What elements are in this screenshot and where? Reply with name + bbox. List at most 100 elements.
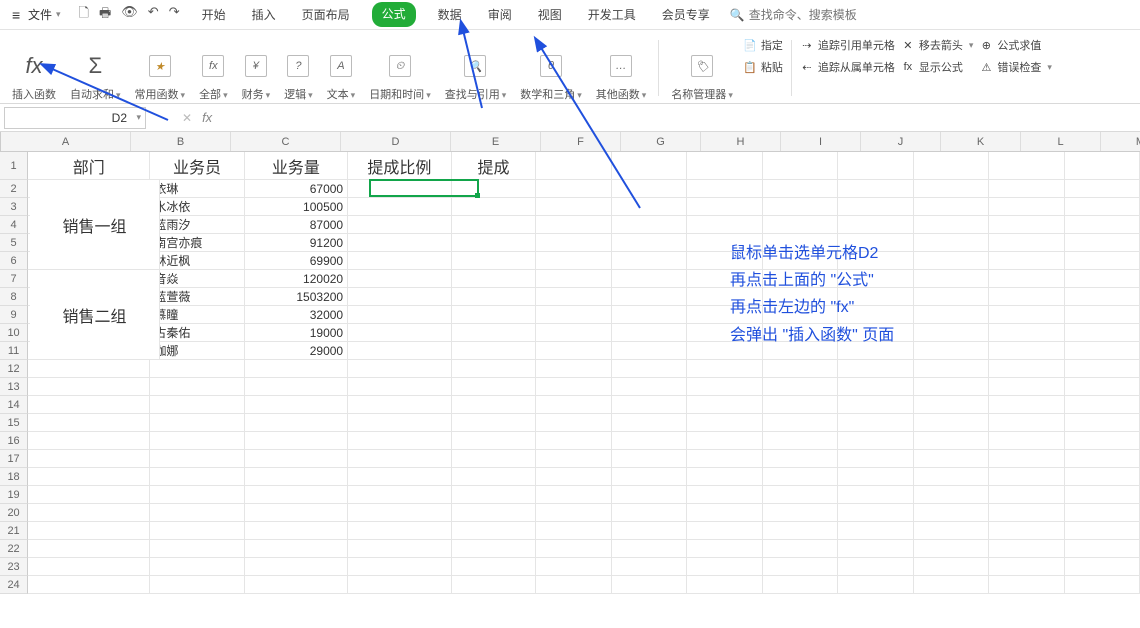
cell[interactable]: [914, 504, 989, 522]
cell[interactable]: [150, 432, 244, 450]
cell[interactable]: 部门: [28, 152, 150, 180]
cell[interactable]: [914, 414, 989, 432]
cell[interactable]: [348, 468, 452, 486]
trace-precedents-button[interactable]: ⇢追踪引用单元格: [800, 36, 895, 54]
cell[interactable]: [150, 504, 244, 522]
cell[interactable]: [452, 504, 537, 522]
cell[interactable]: [989, 288, 1064, 306]
cell[interactable]: [612, 306, 687, 324]
cell[interactable]: [687, 216, 762, 234]
cell[interactable]: [28, 486, 150, 504]
cell[interactable]: [989, 414, 1064, 432]
cell[interactable]: [914, 468, 989, 486]
cell[interactable]: [1065, 396, 1140, 414]
cell[interactable]: [687, 504, 762, 522]
cell[interactable]: [1065, 504, 1140, 522]
cell[interactable]: [612, 180, 687, 198]
cell[interactable]: [1065, 450, 1140, 468]
cell[interactable]: 南宫亦痕: [150, 234, 244, 252]
cell[interactable]: [989, 522, 1064, 540]
cell[interactable]: [687, 396, 762, 414]
tab-dev[interactable]: 开发工具: [584, 2, 640, 27]
cell[interactable]: [838, 540, 913, 558]
cell[interactable]: [989, 234, 1064, 252]
cell[interactable]: 蓝萱薇: [150, 288, 244, 306]
col-header-E[interactable]: E: [451, 132, 541, 151]
cell[interactable]: [150, 360, 244, 378]
cell[interactable]: [536, 270, 611, 288]
cell[interactable]: [348, 396, 452, 414]
cell[interactable]: [1065, 558, 1140, 576]
cell[interactable]: [1065, 252, 1140, 270]
assign-button[interactable]: 📄指定: [743, 36, 783, 54]
cell[interactable]: [838, 558, 913, 576]
cell[interactable]: [452, 180, 537, 198]
cell[interactable]: [1065, 324, 1140, 342]
cell[interactable]: [536, 414, 611, 432]
cell[interactable]: [914, 558, 989, 576]
cell[interactable]: [348, 270, 452, 288]
col-header-M[interactable]: M: [1101, 132, 1140, 151]
merged-cell[interactable]: 销售二组: [30, 270, 160, 360]
cell[interactable]: [536, 504, 611, 522]
cell[interactable]: [914, 396, 989, 414]
cell[interactable]: [536, 306, 611, 324]
recently-used-button[interactable]: ★ 常用函数: [131, 36, 190, 102]
cell[interactable]: [687, 414, 762, 432]
cell[interactable]: [914, 306, 989, 324]
cell[interactable]: [838, 504, 913, 522]
cell[interactable]: [536, 432, 611, 450]
cell[interactable]: [914, 378, 989, 396]
cell[interactable]: [348, 522, 452, 540]
cell[interactable]: 珈娜: [150, 342, 244, 360]
file-menu[interactable]: 文件 ▾: [6, 3, 67, 26]
tab-vip[interactable]: 会员专享: [658, 2, 714, 27]
cell[interactable]: [687, 450, 762, 468]
cell[interactable]: [914, 522, 989, 540]
cell[interactable]: [914, 576, 989, 594]
search-input[interactable]: [749, 8, 889, 22]
cell[interactable]: [348, 576, 452, 594]
cell[interactable]: [989, 270, 1064, 288]
row-header[interactable]: 13: [0, 378, 28, 396]
cell[interactable]: [1065, 270, 1140, 288]
cell[interactable]: [536, 522, 611, 540]
cell[interactable]: [245, 504, 349, 522]
cell[interactable]: 蓝雨汐: [150, 216, 244, 234]
col-header-K[interactable]: K: [941, 132, 1021, 151]
cell[interactable]: [612, 396, 687, 414]
cell[interactable]: [452, 198, 537, 216]
cell[interactable]: [612, 288, 687, 306]
cell[interactable]: [348, 252, 452, 270]
cell[interactable]: 87000: [245, 216, 349, 234]
row-header[interactable]: 20: [0, 504, 28, 522]
row-header[interactable]: 16: [0, 432, 28, 450]
all-functions-button[interactable]: fx 全部: [195, 36, 232, 102]
cell[interactable]: [989, 558, 1064, 576]
cell[interactable]: 提成比例: [348, 152, 452, 180]
cell[interactable]: [536, 198, 611, 216]
row-header[interactable]: 4: [0, 216, 28, 234]
cell[interactable]: 1503200: [245, 288, 349, 306]
tab-data[interactable]: 数据: [434, 2, 466, 27]
cell[interactable]: [763, 216, 838, 234]
cell[interactable]: [838, 450, 913, 468]
cell[interactable]: [612, 558, 687, 576]
cell[interactable]: [452, 576, 537, 594]
cell[interactable]: 32000: [245, 306, 349, 324]
cell[interactable]: [838, 468, 913, 486]
cell[interactable]: [687, 486, 762, 504]
tab-pagelayout[interactable]: 页面布局: [298, 2, 354, 27]
cell[interactable]: [348, 234, 452, 252]
cell[interactable]: [763, 450, 838, 468]
cell[interactable]: [28, 558, 150, 576]
cell[interactable]: 提成: [452, 152, 537, 180]
name-manager-button[interactable]: 🏷 名称管理器: [667, 36, 737, 102]
cell[interactable]: [28, 504, 150, 522]
cell[interactable]: [348, 414, 452, 432]
row-header[interactable]: 8: [0, 288, 28, 306]
row-header[interactable]: 19: [0, 486, 28, 504]
col-header-G[interactable]: G: [621, 132, 701, 151]
cell[interactable]: [348, 432, 452, 450]
cell[interactable]: [452, 216, 537, 234]
